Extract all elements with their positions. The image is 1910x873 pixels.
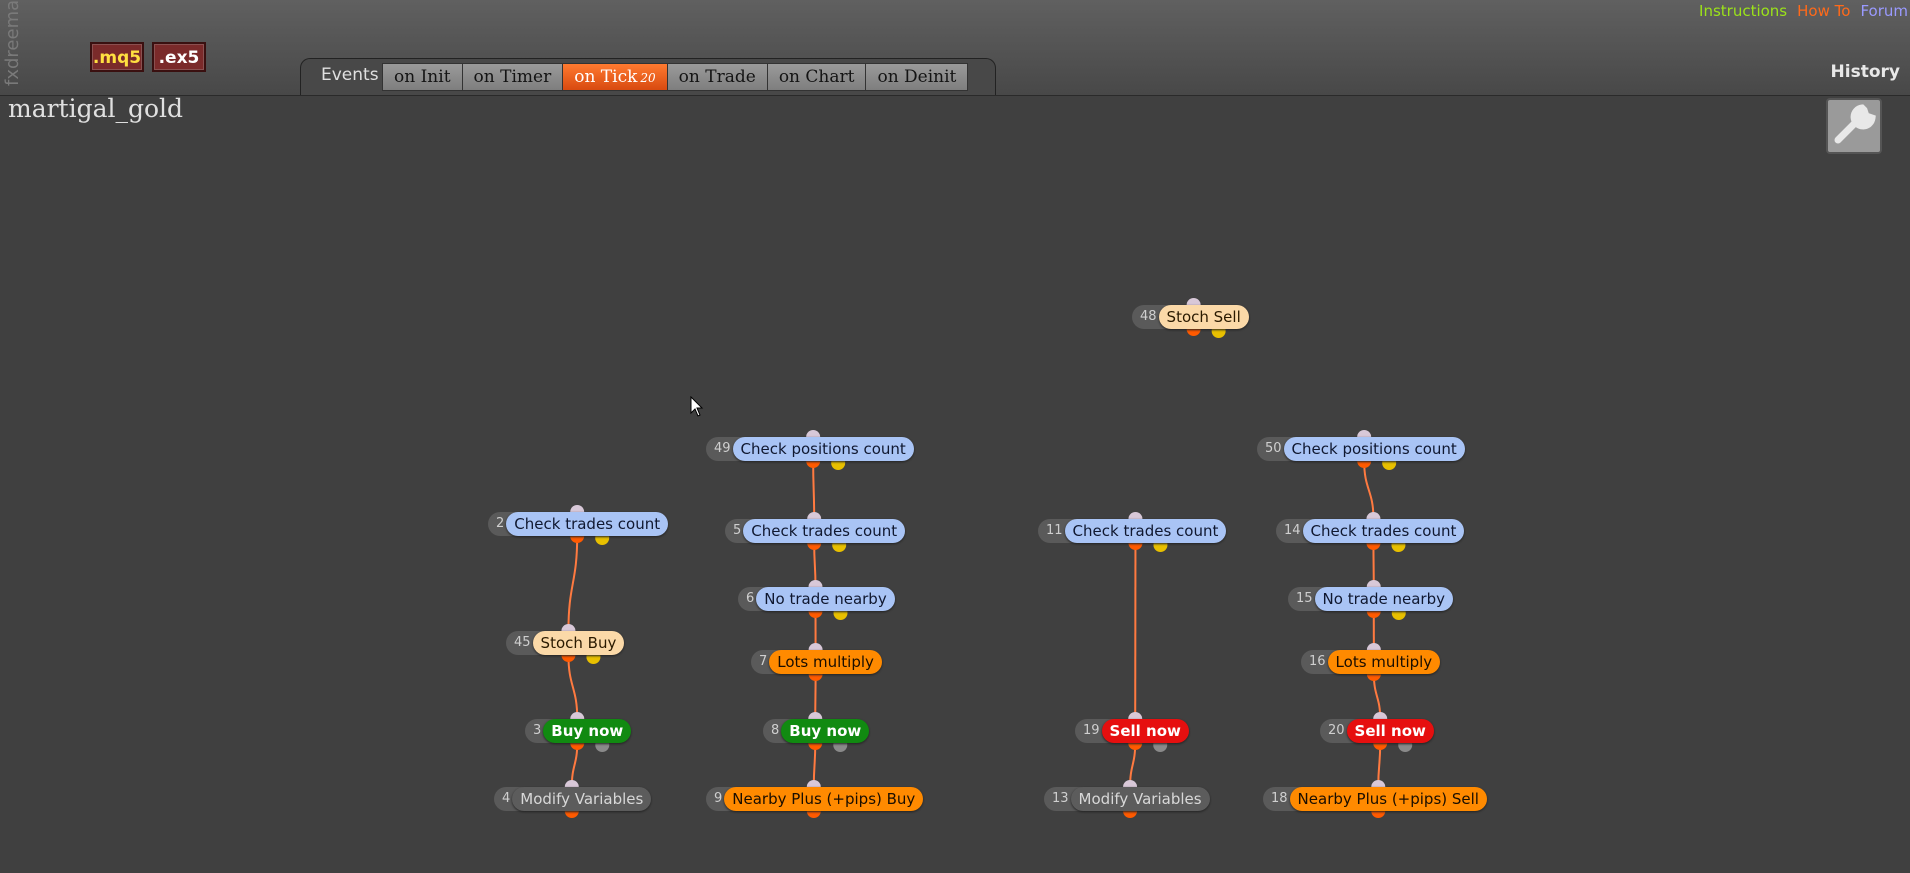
connection-wire <box>567 654 579 720</box>
block-label: Stoch Buy <box>532 631 625 655</box>
block-15[interactable]: 15 No trade nearby <box>1288 587 1453 611</box>
connection-wire <box>1363 460 1375 520</box>
connection-wire <box>567 535 579 632</box>
block-48[interactable]: 48 Stoch Sell <box>1132 305 1249 329</box>
block-20[interactable]: 20 Sell now <box>1320 719 1434 743</box>
block-4[interactable]: 4 Modify Variables <box>494 787 652 811</box>
block-49[interactable]: 49 Check positions count <box>706 437 914 461</box>
block-label: Buy now <box>781 719 870 743</box>
block-label: Check trades count <box>743 519 906 543</box>
block-45[interactable]: 45 Stoch Buy <box>506 631 625 655</box>
block-label: Check positions count <box>732 437 914 461</box>
block-3[interactable]: 3 Buy now <box>525 719 632 743</box>
block-2[interactable]: 2 Check trades count <box>488 512 669 536</box>
block-label: Sell now <box>1346 719 1434 743</box>
block-label: No trade nearby <box>1314 587 1453 611</box>
block-6[interactable]: 6 No trade nearby <box>738 587 895 611</box>
block-14[interactable]: 14 Check trades count <box>1276 519 1465 543</box>
block-label: Nearby Plus (+pips) Sell <box>1289 787 1487 811</box>
block-label: Sell now <box>1101 719 1189 743</box>
block-label: Check trades count <box>1302 519 1465 543</box>
block-label: Check positions count <box>1283 437 1465 461</box>
mouse-cursor-icon <box>690 396 704 417</box>
block-5[interactable]: 5 Check trades count <box>725 519 906 543</box>
block-16[interactable]: 16 Lots multiply <box>1301 650 1441 674</box>
block-9[interactable]: 9 Nearby Plus (+pips) Buy <box>706 787 924 811</box>
block-label: Buy now <box>543 719 632 743</box>
block-50[interactable]: 50 Check positions count <box>1257 437 1465 461</box>
block-label: Modify Variables <box>1070 787 1210 811</box>
connection-wire <box>812 460 816 520</box>
block-label: Lots multiply <box>769 650 882 674</box>
block-label: Modify Variables <box>512 787 652 811</box>
block-7[interactable]: 7 Lots multiply <box>751 650 882 674</box>
block-8[interactable]: 8 Buy now <box>763 719 870 743</box>
block-18[interactable]: 18 Nearby Plus (+pips) Sell <box>1263 787 1487 811</box>
block-label: Lots multiply <box>1327 650 1441 674</box>
flow-canvas <box>561 298 1413 818</box>
block-13[interactable]: 13 Modify Variables <box>1044 787 1210 811</box>
block-label: Stoch Sell <box>1158 305 1249 329</box>
block-19[interactable]: 19 Sell now <box>1075 719 1189 743</box>
block-label: Check trades count <box>506 512 669 536</box>
block-label: No trade nearby <box>756 587 895 611</box>
block-11[interactable]: 11 Check trades count <box>1038 519 1227 543</box>
block-label: Check trades count <box>1064 519 1227 543</box>
block-label: Nearby Plus (+pips) Buy <box>724 787 924 811</box>
